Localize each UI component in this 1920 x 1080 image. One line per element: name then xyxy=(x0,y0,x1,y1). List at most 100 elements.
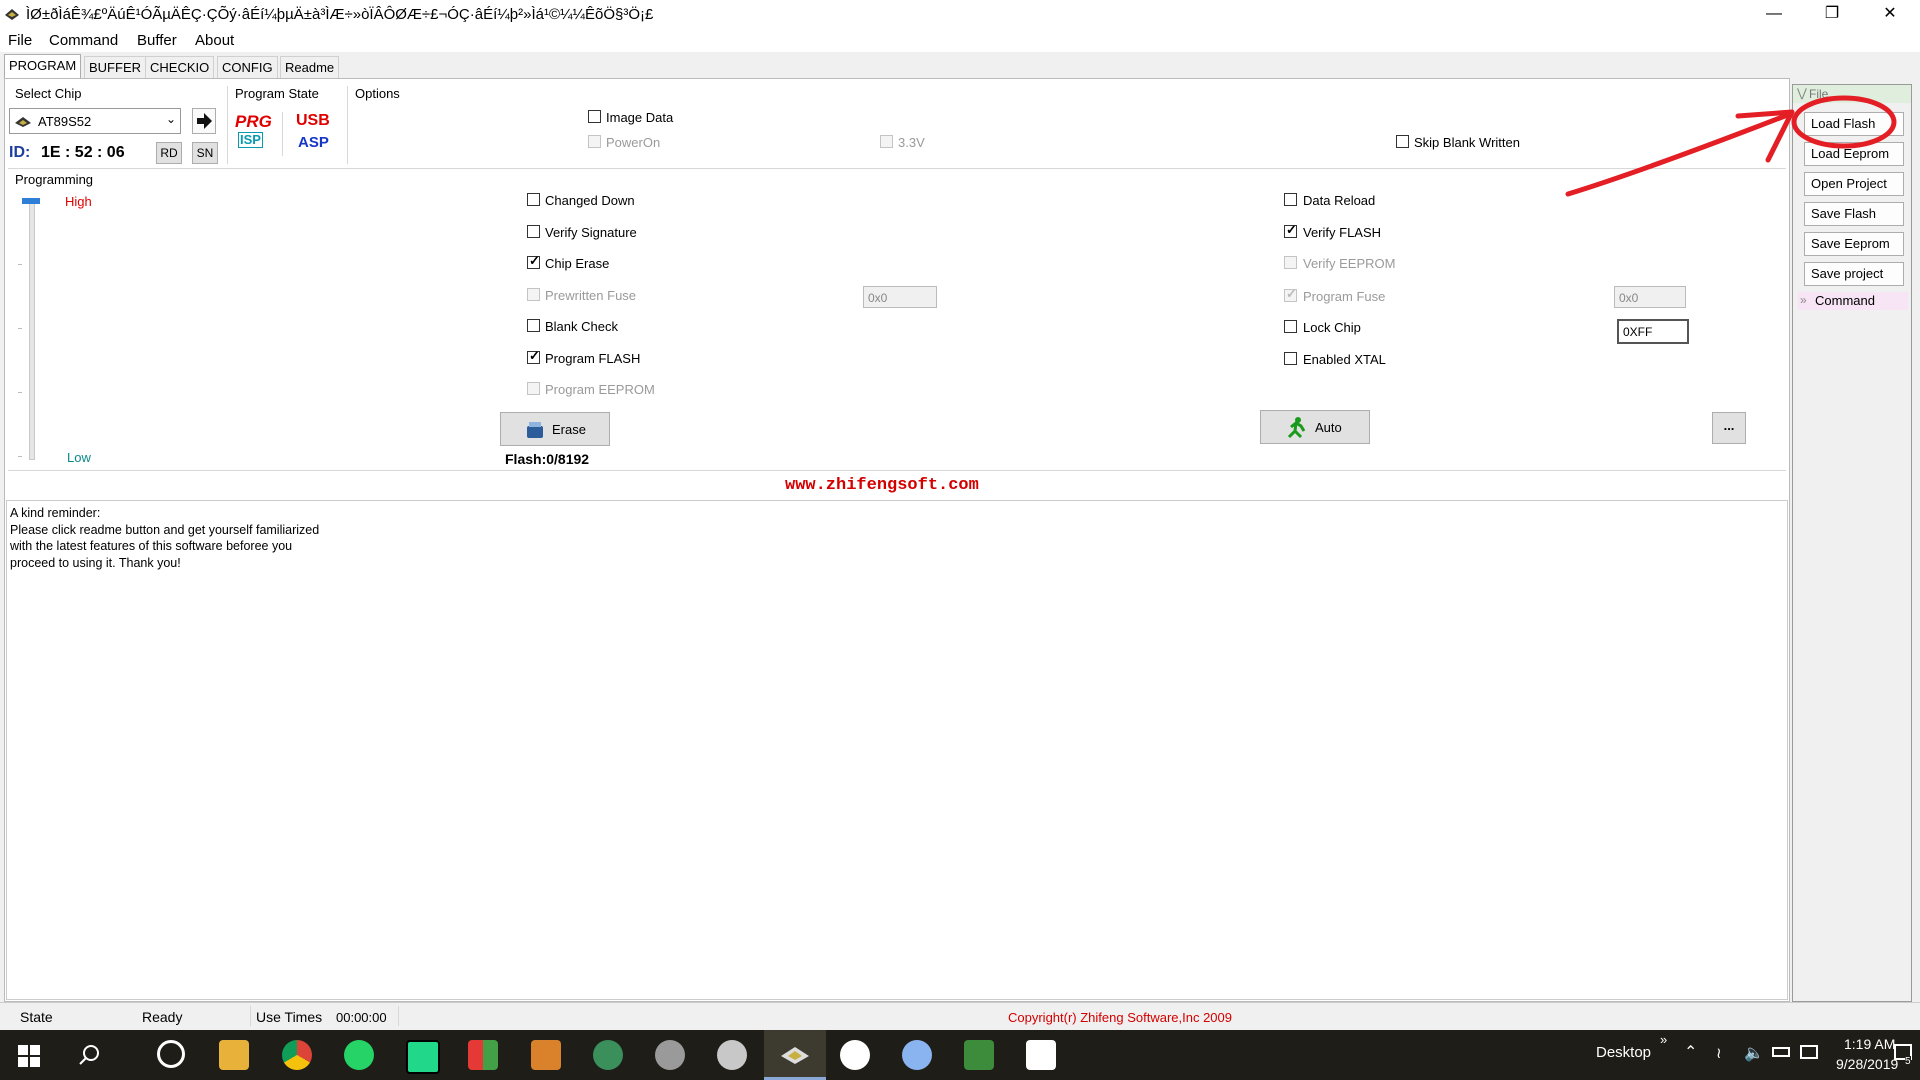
minimize-button[interactable]: — xyxy=(1746,0,1802,30)
auto-button[interactable]: Auto xyxy=(1260,410,1370,444)
file-explorer-icon[interactable] xyxy=(219,1040,249,1070)
erase-button-label: Erase xyxy=(552,422,586,437)
tab-program[interactable]: PROGRAM xyxy=(4,54,82,79)
options-label: Options xyxy=(355,86,400,101)
spreadsheet-icon[interactable] xyxy=(964,1040,994,1070)
program-eeprom-checkbox[interactable] xyxy=(527,382,540,395)
e-app-icon[interactable] xyxy=(531,1040,561,1070)
program-eeprom-label: Program EEPROM xyxy=(545,382,655,397)
task-view-icon[interactable] xyxy=(157,1040,185,1068)
blank-check-checkbox[interactable] xyxy=(527,319,540,332)
clock-time[interactable]: 1:19 AM xyxy=(1844,1036,1895,1052)
chrome-icon[interactable] xyxy=(282,1040,312,1070)
save-eeprom-button[interactable]: Save Eeprom xyxy=(1804,232,1904,256)
chevron-down-icon: ⌄ xyxy=(166,112,177,126)
slider-track xyxy=(29,200,35,460)
tray-chevron-icon[interactable]: ⌃ xyxy=(1684,1042,1697,1062)
search-icon[interactable] xyxy=(78,1044,100,1069)
paint-icon[interactable] xyxy=(902,1040,932,1070)
blank-check-label: Blank Check xyxy=(545,319,618,334)
verify-signature-checkbox[interactable] xyxy=(527,225,540,238)
more-button[interactable]: ... xyxy=(1712,412,1746,444)
go-arrow-button[interactable] xyxy=(192,108,216,134)
verify-eeprom-label: Verify EEPROM xyxy=(1303,256,1396,271)
sn-button[interactable]: SN xyxy=(192,142,218,164)
tick-mark xyxy=(18,392,22,393)
image-data-label: Image Data xyxy=(606,110,674,125)
active-app-highlight[interactable] xyxy=(764,1030,826,1080)
menu-command[interactable]: Command xyxy=(49,32,118,49)
keyboard-icon[interactable] xyxy=(1800,1045,1818,1059)
record-icon[interactable] xyxy=(840,1040,870,1070)
tab-buffer[interactable]: BUFFER xyxy=(84,56,146,79)
data-reload-label: Data Reload xyxy=(1303,193,1376,208)
save-project-button[interactable]: Save project xyxy=(1804,262,1904,286)
program-fuse-field[interactable]: 0x0 xyxy=(1614,286,1686,308)
prg-isp-icon: PRG ISP xyxy=(234,112,274,154)
chip-erase-checkbox[interactable]: ✓ xyxy=(527,253,540,269)
prg-label: PRG xyxy=(235,112,272,131)
enabled-xtal-checkbox[interactable] xyxy=(1284,352,1297,365)
wifi-icon[interactable]: ≀ xyxy=(1716,1044,1722,1062)
desktop-toolbar[interactable]: Desktop xyxy=(1596,1044,1651,1061)
image-data-checkbox[interactable] xyxy=(588,110,601,123)
divider xyxy=(282,112,283,156)
app-grid-icon[interactable] xyxy=(468,1040,498,1070)
high-label: High xyxy=(65,194,92,209)
whatsapp-icon[interactable] xyxy=(344,1040,374,1070)
programmer-app-icon xyxy=(781,1047,809,1064)
chip-select-value: AT89S52 xyxy=(38,114,92,129)
pycharm-icon[interactable] xyxy=(406,1040,440,1074)
poweron-checkbox[interactable] xyxy=(588,135,601,148)
v33-checkbox[interactable] xyxy=(880,135,893,148)
divider xyxy=(8,168,1786,169)
title-bar: ÌØ±ðÌáÊ¾£ºÄúÊ¹ÓÃµÄÊÇ·ÇÕý·âÉí¼þµÄ±à³ÌÆ÷»ò… xyxy=(0,0,1920,30)
menu-about[interactable]: About xyxy=(195,32,234,49)
eraser-icon xyxy=(525,421,545,442)
reminder-text: A kind reminder: Please click readme but… xyxy=(10,506,320,570)
atom-icon[interactable] xyxy=(593,1040,623,1070)
vlc-player-icon[interactable] xyxy=(717,1040,747,1070)
tab-config[interactable]: CONFIG xyxy=(217,56,278,79)
tab-checkio[interactable]: CHECKIO xyxy=(145,56,215,79)
message-log[interactable]: A kind reminder: Please click readme but… xyxy=(6,500,1788,1000)
lock-chip-label: Lock Chip xyxy=(1303,320,1361,335)
photos-icon[interactable] xyxy=(1026,1040,1056,1070)
program-state-label: Program State xyxy=(235,86,319,101)
notification-count: 5 xyxy=(1905,1056,1911,1067)
close-button[interactable]: ✕ xyxy=(1862,0,1918,30)
prewritten-fuse-checkbox[interactable] xyxy=(527,288,540,301)
rd-button[interactable]: RD xyxy=(156,142,182,164)
windows-start-icon[interactable] xyxy=(18,1045,40,1070)
lock-chip-field[interactable]: 0XFF xyxy=(1617,319,1689,344)
volume-icon[interactable]: 🔈 xyxy=(1744,1043,1764,1063)
prewritten-fuse-field[interactable]: 0x0 xyxy=(863,286,937,308)
clock-date[interactable]: 9/28/2019 xyxy=(1836,1056,1898,1072)
changed-down-checkbox[interactable] xyxy=(527,193,540,206)
toolbar-expand-icon[interactable]: » xyxy=(1660,1032,1667,1047)
slider-thumb[interactable] xyxy=(22,198,40,204)
expand-icon: » xyxy=(1800,293,1807,307)
restore-button[interactable]: ❐ xyxy=(1804,0,1860,30)
speed-slider[interactable] xyxy=(14,194,54,464)
program-fuse-checkbox[interactable]: ✓ xyxy=(1284,286,1297,302)
app-icon xyxy=(4,7,20,21)
divider xyxy=(347,86,348,164)
command-header[interactable]: » Command xyxy=(1798,292,1908,310)
tab-readme[interactable]: Readme xyxy=(280,56,340,79)
erase-button[interactable]: Erase xyxy=(500,412,610,446)
annotation-circle xyxy=(1791,95,1897,149)
lock-chip-checkbox[interactable] xyxy=(1284,320,1297,333)
data-reload-checkbox[interactable] xyxy=(1284,193,1297,206)
verify-flash-checkbox[interactable]: ✓ xyxy=(1284,222,1297,238)
battery-icon[interactable] xyxy=(1772,1047,1790,1057)
program-flash-checkbox[interactable]: ✓ xyxy=(527,348,540,364)
chip-select[interactable]: AT89S52 ⌄ xyxy=(9,108,181,134)
arduino-icon[interactable] xyxy=(655,1040,685,1070)
skip-blank-checkbox[interactable] xyxy=(1396,135,1409,148)
website-link[interactable]: www.zhifengsoft.com xyxy=(785,476,979,495)
menu-file[interactable]: File xyxy=(8,32,32,49)
verify-eeprom-checkbox[interactable] xyxy=(1284,256,1297,269)
menu-buffer[interactable]: Buffer xyxy=(137,32,177,49)
usb-label: USB xyxy=(296,112,330,129)
